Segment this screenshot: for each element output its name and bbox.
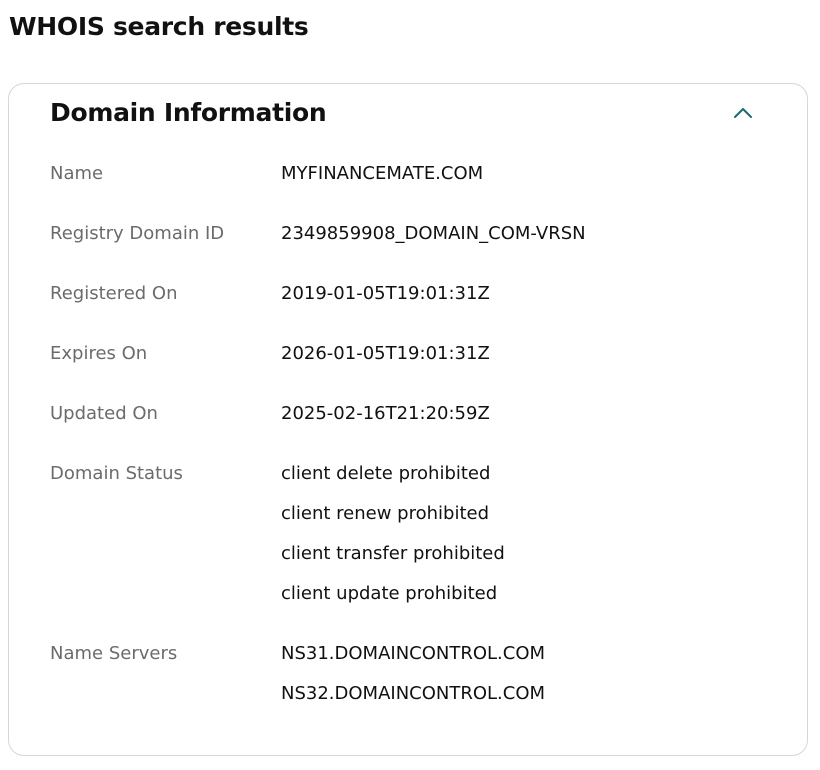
info-row-updated-on: Updated On 2025-02-16T21:20:59Z <box>50 394 770 434</box>
info-row-registered-on: Registered On 2019-01-05T19:01:31Z <box>50 274 770 314</box>
info-row-name: Name MYFINANCEMATE.COM <box>50 154 770 194</box>
info-values: client delete prohibited client renew pr… <box>281 454 770 614</box>
info-label: Domain Status <box>50 463 183 484</box>
section-title: Domain Information <box>50 98 327 127</box>
info-label: Name <box>50 163 104 184</box>
domain-info-list: Name MYFINANCEMATE.COM Registry Domain I… <box>50 154 770 734</box>
info-row-registry-domain-id: Registry Domain ID 2349859908_DOMAIN_COM… <box>50 214 770 254</box>
info-values: 2026-01-05T19:01:31Z <box>281 334 770 374</box>
info-label: Updated On <box>50 403 158 424</box>
domain-information-header[interactable]: Domain Information <box>9 84 807 144</box>
info-values: NS31.DOMAINCONTROL.COM NS32.DOMAINCONTRO… <box>281 634 770 714</box>
info-row-expires-on: Expires On 2026-01-05T19:01:31Z <box>50 334 770 374</box>
info-values: 2019-01-05T19:01:31Z <box>281 274 770 314</box>
info-row-name-servers: Name Servers NS31.DOMAINCONTROL.COM NS32… <box>50 634 770 714</box>
domain-information-card: Domain Information Name MYFINANCEMATE.CO… <box>8 83 808 756</box>
domain-name-value: MYFINANCEMATE.COM <box>281 163 484 184</box>
info-label: Registry Domain ID <box>50 223 225 244</box>
info-values: 2025-02-16T21:20:59Z <box>281 394 770 434</box>
domain-status-value: client transfer prohibited <box>281 543 505 564</box>
registry-domain-id-value: 2349859908_DOMAIN_COM-VRSN <box>281 223 586 244</box>
expires-on-value: 2026-01-05T19:01:31Z <box>281 343 490 364</box>
name-server-value: NS32.DOMAINCONTROL.COM <box>281 683 546 704</box>
info-label: Expires On <box>50 343 148 364</box>
domain-status-value: client update prohibited <box>281 583 498 604</box>
chevron-up-icon <box>734 108 752 118</box>
info-row-domain-status: Domain Status client delete prohibited c… <box>50 454 770 614</box>
name-server-value: NS31.DOMAINCONTROL.COM <box>281 643 546 664</box>
registered-on-value: 2019-01-05T19:01:31Z <box>281 283 490 304</box>
page-title: WHOIS search results <box>9 12 309 41</box>
collapse-toggle-button[interactable] <box>728 98 758 128</box>
info-label: Name Servers <box>50 643 178 664</box>
info-label: Registered On <box>50 283 178 304</box>
domain-status-value: client delete prohibited <box>281 463 491 484</box>
info-values: MYFINANCEMATE.COM <box>281 154 770 194</box>
updated-on-value: 2025-02-16T21:20:59Z <box>281 403 490 424</box>
info-values: 2349859908_DOMAIN_COM-VRSN <box>281 214 770 254</box>
domain-status-value: client renew prohibited <box>281 503 490 524</box>
